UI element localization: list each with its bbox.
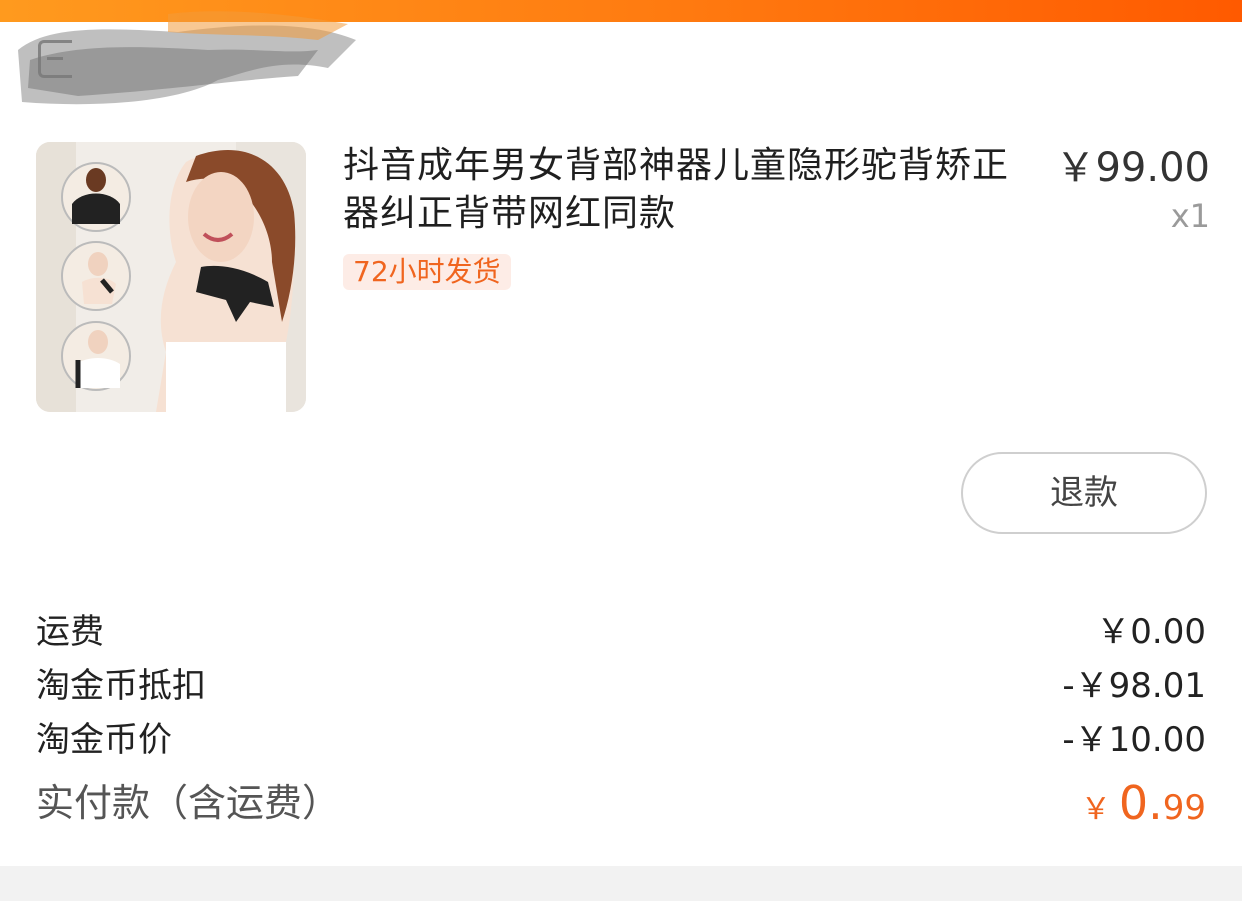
coin-price-row: 淘金币价 -￥10.00 bbox=[36, 716, 1206, 764]
product-quantity: x1 bbox=[1170, 197, 1210, 235]
total-paid-row: 实付款（含运费） ￥ 0.99 bbox=[36, 775, 1206, 831]
coin-price-label: 淘金币价 bbox=[36, 720, 172, 760]
coin-deduction-label: 淘金币抵扣 bbox=[36, 666, 206, 706]
coin-price-value: -￥10.00 bbox=[1062, 720, 1206, 760]
product-title[interactable]: 抖音成年男女背部神器儿童隐形驼背矫正器纠正背带网红同款 bbox=[343, 142, 1033, 238]
currency-symbol: ￥ bbox=[1080, 792, 1111, 827]
shipping-fee-label: 运费 bbox=[36, 612, 104, 652]
shipping-fee-row: 运费 ￥0.00 bbox=[36, 608, 1206, 656]
refund-button[interactable]: 退款 bbox=[961, 452, 1207, 534]
product-thumbnail[interactable] bbox=[36, 142, 306, 412]
store-icon bbox=[38, 40, 72, 78]
shipping-time-badge: 72小时发货 bbox=[343, 254, 511, 290]
product-price: ￥99.00 bbox=[1055, 145, 1210, 191]
order-item-card: 抖音成年男女背部神器儿童隐形驼背矫正器纠正背带网红同款 ￥99.00 x1 72… bbox=[0, 0, 1242, 866]
total-decimal: 99 bbox=[1162, 788, 1206, 828]
shipping-fee-value: ￥0.00 bbox=[1096, 612, 1206, 652]
posture-corrector-product-photo-icon bbox=[36, 142, 306, 412]
coin-deduction-value: -￥98.01 bbox=[1062, 666, 1206, 706]
total-paid-amount: ￥ 0.99 bbox=[1081, 775, 1206, 842]
total-paid-label: 实付款（含运费） bbox=[36, 781, 341, 825]
coin-deduction-row: 淘金币抵扣 -￥98.01 bbox=[36, 662, 1206, 710]
total-integer: 0. bbox=[1118, 776, 1163, 830]
